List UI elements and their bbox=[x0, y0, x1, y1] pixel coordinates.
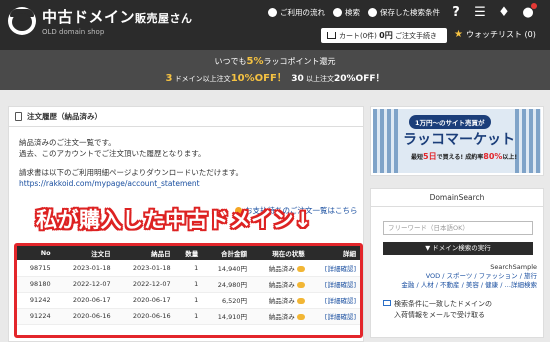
cell-status: 納品済み bbox=[251, 260, 309, 277]
ad-subtitle: 最短5日で買える! 成約率80%以上! bbox=[411, 152, 518, 161]
logo-mark-icon bbox=[8, 7, 36, 35]
question-icon[interactable]: ? bbox=[445, 4, 467, 20]
cell-order-date: 2020-06-16 bbox=[54, 308, 115, 325]
user-icon[interactable]: ● bbox=[517, 3, 539, 20]
nav-usage-flow[interactable]: ご利用の流れ bbox=[268, 7, 325, 18]
cell-delivery-date: 2020-06-16 bbox=[114, 308, 175, 325]
search-icon bbox=[333, 8, 342, 17]
cell-quantity: 1 bbox=[174, 260, 203, 277]
intro-text: 納品済みのご注文一覧です。 bbox=[19, 138, 116, 147]
rakko-market-ad[interactable]: 1万円〜のサイト売買が ラッコマーケット 最短5日で買える! 成約率80%以上! bbox=[370, 106, 544, 176]
cart-button[interactable]: カート (0件) 0円 ご注文手続き bbox=[321, 28, 447, 43]
cell-order-date: 2022-12-07 bbox=[54, 276, 115, 293]
table-row: 91224 2020-06-16 2020-06-16 1 14,910円 納品… bbox=[17, 308, 360, 325]
search-sample-tags-2[interactable]: 金融 / 人材 / 不動産 / 美容 / 健康 / …詳細検索 bbox=[371, 281, 537, 290]
coin-icon bbox=[296, 298, 305, 304]
ad-decoration bbox=[515, 109, 541, 173]
coin-icon bbox=[296, 265, 305, 272]
cell-total: 14,940円 bbox=[202, 260, 252, 277]
settings-icon bbox=[368, 8, 377, 17]
bell-icon[interactable]: ♦ bbox=[493, 4, 515, 20]
col-delivery-date: 納品日 bbox=[114, 246, 175, 260]
cell-total: 14,910円 bbox=[202, 308, 252, 325]
document-icon bbox=[15, 112, 22, 121]
cell-delivery-date: 2023-01-18 bbox=[114, 260, 175, 277]
domain-search-panel: DomainSearch フリーワード（日本語OK） ▼ ドメイン検索の実行 S… bbox=[370, 188, 544, 338]
card-body: 納品済みのご注文一覧です。 過去、このアカウントでご注文頂いた履歴となります。 … bbox=[9, 127, 363, 189]
domain-search-title: DomainSearch bbox=[371, 189, 543, 207]
help-circle-icon bbox=[268, 8, 277, 17]
col-quantity: 数量 bbox=[174, 246, 203, 260]
coin-icon bbox=[296, 282, 305, 288]
cell-delivery-date: 2020-06-17 bbox=[114, 292, 175, 309]
detail-link[interactable]: [詳細確認] bbox=[308, 292, 360, 309]
detail-link[interactable]: [詳細確認] bbox=[308, 260, 360, 277]
cell-status: 納品済み bbox=[251, 276, 309, 293]
cell-no: 98180 bbox=[17, 276, 55, 293]
top-nav: ご利用の流れ 検索 保存した検索条件 bbox=[268, 7, 448, 18]
col-total: 合計金額 bbox=[202, 246, 252, 260]
cell-status: 納品済み bbox=[251, 308, 309, 325]
search-input[interactable]: フリーワード（日本語OK） bbox=[383, 221, 533, 235]
ad-title: ラッコマーケット bbox=[403, 132, 515, 148]
ad-tagline: 1万円〜のサイト売買が bbox=[409, 115, 491, 129]
nav-saved-search[interactable]: 保存した検索条件 bbox=[368, 7, 440, 18]
site-logo[interactable]: 中古ドメイン販売屋さん OLD domain shop bbox=[8, 6, 193, 36]
search-sample-tags[interactable]: VOD / スポーツ / ファッション / 旅行 bbox=[371, 272, 537, 281]
logo-title: 中古ドメイン販売屋さん bbox=[42, 8, 193, 26]
coin-icon bbox=[296, 314, 305, 320]
detail-link[interactable]: [詳細確認] bbox=[308, 276, 360, 293]
cart-icon bbox=[327, 32, 336, 39]
order-table: No 注文日 納品日 数量 合計金額 現在の状態 詳細 98715 2023-0… bbox=[17, 246, 360, 325]
site-header: 中古ドメイン販売屋さん OLD domain shop ご利用の流れ 検索 保存… bbox=[0, 0, 550, 50]
detail-link[interactable]: [詳細確認] bbox=[308, 308, 360, 325]
nav-search[interactable]: 検索 bbox=[333, 7, 360, 18]
col-detail: 詳細 bbox=[308, 246, 360, 260]
search-sample-label: SearchSample bbox=[490, 263, 537, 271]
cell-quantity: 1 bbox=[174, 276, 203, 293]
cell-delivery-date: 2022-12-07 bbox=[114, 276, 175, 293]
ad-image: 1万円〜のサイト売買が ラッコマーケット 最短5日で買える! 成約率80%以上! bbox=[373, 109, 541, 173]
page-title: 注文履歴（納品済み） bbox=[27, 112, 102, 121]
watchlist-link[interactable]: ★ ウォッチリスト (0) bbox=[454, 29, 536, 40]
order-table-highlight: No 注文日 納品日 数量 合計金額 現在の状態 詳細 98715 2023-0… bbox=[14, 243, 363, 338]
col-status: 現在の状態 bbox=[251, 246, 309, 260]
ad-decoration bbox=[373, 109, 399, 173]
search-button[interactable]: ▼ ドメイン検索の実行 bbox=[383, 242, 533, 255]
invoice-text: 請求書は以下のご利用明細ページよりダウンロードいただけます。 bbox=[19, 168, 243, 177]
table-row: 98715 2023-01-18 2023-01-18 1 14,940円 納品… bbox=[17, 260, 360, 277]
mail-icon bbox=[383, 300, 391, 306]
annotation-banner: 私が購入した中古ドメイン↓ bbox=[36, 208, 313, 232]
col-no: No bbox=[17, 246, 55, 260]
cell-no: 91242 bbox=[17, 292, 55, 309]
account-statement-link[interactable]: https://rakkoid.com/mypage/account_state… bbox=[19, 178, 363, 189]
table-row: 91242 2020-06-17 2020-06-17 1 6,520円 納品済… bbox=[17, 292, 360, 309]
cell-quantity: 1 bbox=[174, 308, 203, 325]
notification-badge bbox=[531, 3, 537, 9]
star-icon: ★ bbox=[454, 29, 463, 40]
menu-icon[interactable]: ☰ bbox=[469, 4, 491, 20]
mail-alert-link[interactable]: 検索条件に一致したドメインの 入荷情報をメールで受け取る bbox=[383, 299, 492, 321]
cell-total: 6,520円 bbox=[202, 292, 252, 309]
cell-no: 91224 bbox=[17, 308, 55, 325]
intro-text-2: 過去、このアカウントでご注文頂いた履歴となります。 bbox=[19, 149, 206, 158]
table-header-row: No 注文日 納品日 数量 合計金額 現在の状態 詳細 bbox=[17, 246, 360, 260]
card-header: 注文履歴（納品済み） bbox=[9, 107, 363, 127]
search-sample: SearchSample VOD / スポーツ / ファッション / 旅行 金融… bbox=[371, 263, 537, 290]
col-order-date: 注文日 bbox=[54, 246, 115, 260]
cell-order-date: 2023-01-18 bbox=[54, 260, 115, 277]
table-row: 98180 2022-12-07 2022-12-07 1 24,980円 納品… bbox=[17, 276, 360, 293]
cell-status: 納品済み bbox=[251, 292, 309, 309]
promo-band: いつでも5%ラッコポイント還元 3 ドメイン以上注文10%OFF！ 30 以上注… bbox=[0, 50, 550, 90]
cell-no: 98715 bbox=[17, 260, 55, 277]
cell-quantity: 1 bbox=[174, 292, 203, 309]
logo-subtitle: OLD domain shop bbox=[42, 28, 105, 36]
cell-order-date: 2020-06-17 bbox=[54, 292, 115, 309]
cell-total: 24,980円 bbox=[202, 276, 252, 293]
